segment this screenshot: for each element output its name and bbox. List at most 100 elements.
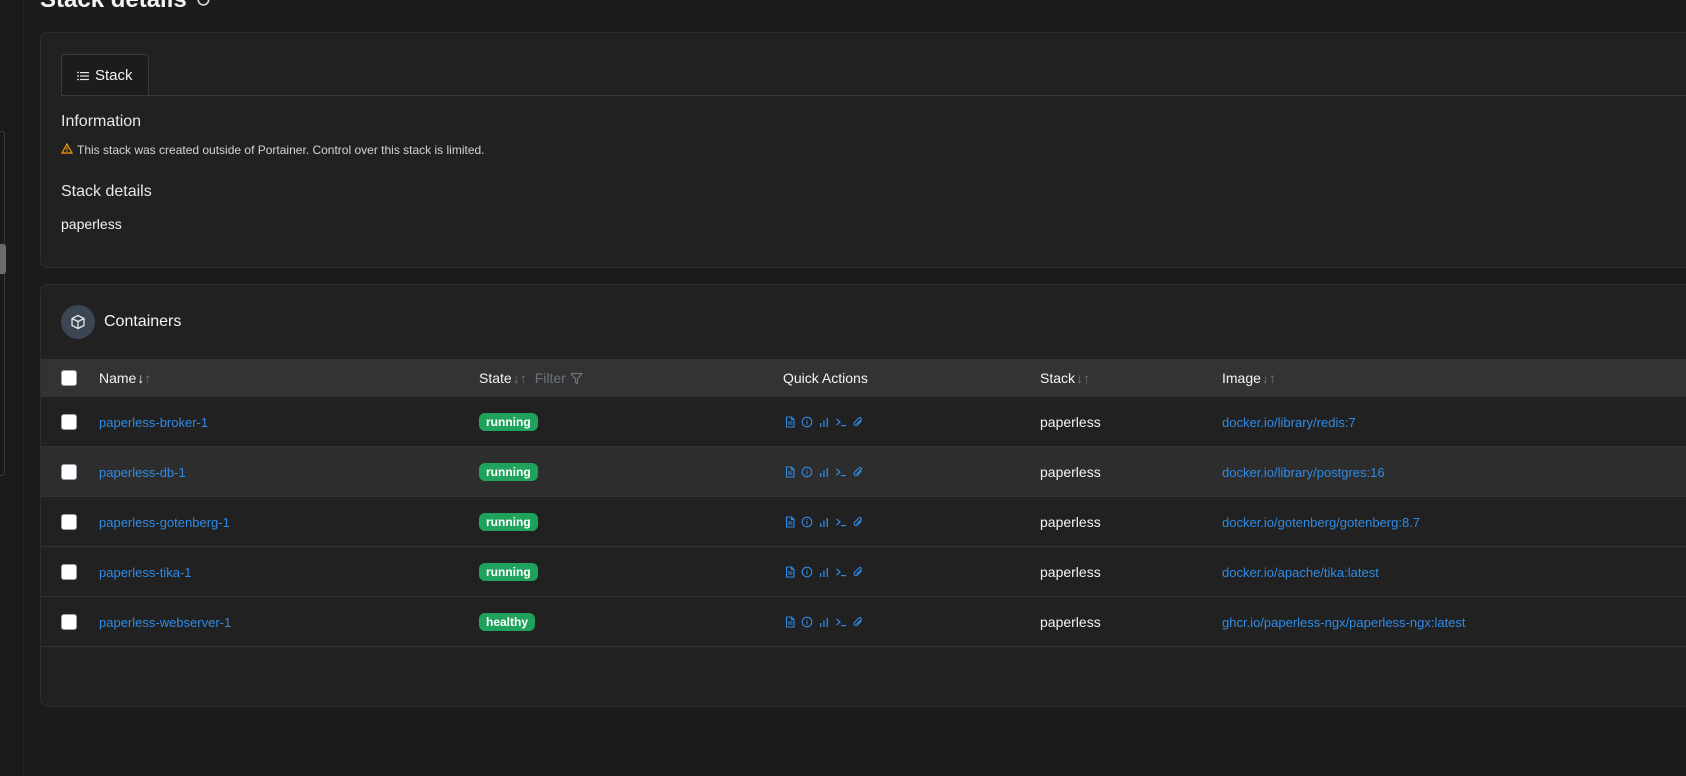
logs-icon[interactable] bbox=[784, 516, 796, 528]
column-quick-actions-label: Quick Actions bbox=[783, 370, 868, 386]
state-cell: running bbox=[479, 547, 538, 597]
state-filter[interactable]: Filter bbox=[535, 370, 583, 386]
filter-icon bbox=[570, 372, 583, 384]
console-icon[interactable] bbox=[835, 416, 847, 428]
stack-card: Stack Information This stack was created… bbox=[40, 32, 1686, 268]
image-link[interactable]: docker.io/library/postgres:16 bbox=[1222, 465, 1385, 480]
inspect-icon[interactable] bbox=[801, 416, 813, 428]
stats-icon[interactable] bbox=[818, 466, 830, 478]
inspect-icon[interactable] bbox=[801, 466, 813, 478]
row-checkbox[interactable] bbox=[61, 614, 77, 630]
stats-icon[interactable] bbox=[818, 566, 830, 578]
table-row[interactable]: paperless-gotenberg-1 running paperless … bbox=[41, 497, 1686, 547]
logs-icon[interactable] bbox=[784, 566, 796, 578]
quick-actions-cell bbox=[784, 397, 864, 447]
attach-icon[interactable] bbox=[852, 516, 864, 528]
stack-cell: paperless bbox=[1040, 614, 1101, 630]
image-cell: docker.io/library/redis:7 bbox=[1222, 397, 1356, 447]
console-icon[interactable] bbox=[835, 616, 847, 628]
main-content: Stack details ↻ Stack Information This st… bbox=[24, 0, 1686, 776]
logs-icon[interactable] bbox=[784, 616, 796, 628]
console-icon[interactable] bbox=[835, 516, 847, 528]
filter-label: Filter bbox=[534, 370, 566, 386]
tab-stack[interactable]: Stack bbox=[61, 54, 149, 96]
container-name-link[interactable]: paperless-broker-1 bbox=[99, 415, 208, 430]
image-link[interactable]: ghcr.io/paperless-ngx/paperless-ngx:late… bbox=[1222, 615, 1466, 630]
table-row[interactable]: paperless-tika-1 running paperless docke… bbox=[41, 547, 1686, 597]
quick-actions bbox=[784, 566, 864, 578]
container-name-link[interactable]: paperless-webserver-1 bbox=[99, 615, 231, 630]
image-link[interactable]: docker.io/gotenberg/gotenberg:8.7 bbox=[1222, 515, 1420, 530]
console-icon[interactable] bbox=[835, 566, 847, 578]
state-cell: running bbox=[479, 497, 538, 547]
image-link[interactable]: docker.io/apache/tika:latest bbox=[1222, 565, 1379, 580]
containers-title: Containers bbox=[104, 313, 182, 330]
console-icon[interactable] bbox=[835, 466, 847, 478]
stats-icon[interactable] bbox=[818, 516, 830, 528]
column-image[interactable]: Image ↓↑ bbox=[1222, 359, 1276, 397]
quick-actions-cell bbox=[784, 597, 864, 647]
column-state-label: State bbox=[479, 370, 512, 386]
attach-icon[interactable] bbox=[852, 416, 864, 428]
image-cell: docker.io/library/postgres:16 bbox=[1222, 447, 1385, 497]
column-quick-actions: Quick Actions bbox=[783, 359, 868, 397]
column-stack[interactable]: Stack ↓↑ bbox=[1040, 359, 1090, 397]
container-name-cell: paperless-webserver-1 bbox=[99, 597, 231, 647]
quick-actions bbox=[784, 516, 864, 528]
row-checkbox[interactable] bbox=[61, 414, 77, 430]
image-cell: ghcr.io/paperless-ngx/paperless-ngx:late… bbox=[1222, 597, 1466, 647]
table-row[interactable]: paperless-webserver-1 healthy paperless … bbox=[41, 597, 1686, 647]
table-row[interactable]: paperless-db-1 running paperless docker.… bbox=[41, 447, 1686, 497]
state-cell: running bbox=[479, 397, 538, 447]
attach-icon[interactable] bbox=[852, 566, 864, 578]
attach-icon[interactable] bbox=[852, 466, 864, 478]
column-state[interactable]: State ↓↑ Filter bbox=[479, 359, 583, 397]
stack-name-value: paperless bbox=[61, 216, 122, 232]
quick-actions-cell bbox=[784, 447, 864, 497]
container-name-cell: paperless-db-1 bbox=[99, 447, 186, 497]
sort-icon: ↓↑ bbox=[1076, 370, 1091, 386]
state-cell: running bbox=[479, 447, 538, 497]
tab-stack-label: Stack bbox=[95, 67, 133, 84]
column-image-label: Image bbox=[1222, 370, 1261, 386]
image-cell: docker.io/gotenberg/gotenberg:8.7 bbox=[1222, 497, 1420, 547]
attach-icon[interactable] bbox=[852, 616, 864, 628]
table-row[interactable]: paperless-broker-1 running paperless doc… bbox=[41, 397, 1686, 447]
logs-icon[interactable] bbox=[784, 466, 796, 478]
list-icon bbox=[77, 71, 89, 80]
status-badge: running bbox=[479, 513, 538, 531]
inspect-icon[interactable] bbox=[801, 566, 813, 578]
logs-icon[interactable] bbox=[784, 416, 796, 428]
quick-actions bbox=[784, 616, 864, 628]
stack-details-heading: Stack details bbox=[61, 183, 152, 200]
row-checkbox[interactable] bbox=[61, 464, 77, 480]
quick-actions-cell bbox=[784, 547, 864, 597]
stats-icon[interactable] bbox=[818, 616, 830, 628]
status-badge: running bbox=[479, 413, 538, 431]
sort-icon: ↓↑ bbox=[1261, 370, 1276, 386]
row-checkbox[interactable] bbox=[61, 564, 77, 580]
status-badge: running bbox=[479, 463, 538, 481]
image-link[interactable]: docker.io/library/redis:7 bbox=[1222, 415, 1356, 430]
inspect-icon[interactable] bbox=[801, 616, 813, 628]
table-header: Name ↓↑ State ↓↑ Filter Quick Actions St… bbox=[41, 359, 1686, 397]
sort-icon: ↓↑ bbox=[512, 370, 527, 386]
tab-divider bbox=[61, 95, 1686, 96]
row-checkbox[interactable] bbox=[61, 514, 77, 530]
container-name-link[interactable]: paperless-tika-1 bbox=[99, 565, 192, 580]
limited-control-warning: This stack was created outside of Portai… bbox=[60, 142, 485, 157]
select-all-checkbox[interactable] bbox=[61, 370, 77, 386]
image-cell: docker.io/apache/tika:latest bbox=[1222, 547, 1379, 597]
sidebar-scroll-handle[interactable] bbox=[0, 244, 6, 274]
stats-icon[interactable] bbox=[818, 416, 830, 428]
container-name-cell: paperless-gotenberg-1 bbox=[99, 497, 230, 547]
quick-actions bbox=[784, 416, 864, 428]
warning-text: This stack was created outside of Portai… bbox=[77, 143, 485, 157]
container-name-link[interactable]: paperless-gotenberg-1 bbox=[99, 515, 230, 530]
column-name[interactable]: Name ↓↑ bbox=[99, 359, 151, 397]
container-name-link[interactable]: paperless-db-1 bbox=[99, 465, 186, 480]
sidebar-panel-edge bbox=[0, 131, 5, 476]
cube-icon bbox=[61, 305, 95, 339]
refresh-icon[interactable]: ↻ bbox=[195, 0, 212, 12]
inspect-icon[interactable] bbox=[801, 516, 813, 528]
